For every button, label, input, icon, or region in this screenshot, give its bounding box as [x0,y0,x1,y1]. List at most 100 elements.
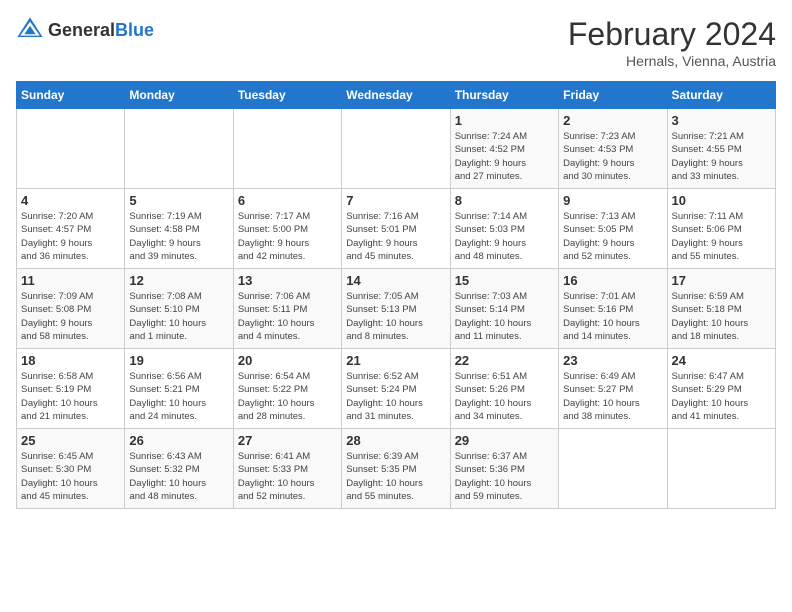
day-info: Sunrise: 7:24 AM Sunset: 4:52 PM Dayligh… [455,130,554,183]
day-number: 4 [21,193,120,208]
day-number: 17 [672,273,771,288]
weekday-header-tuesday: Tuesday [233,82,341,109]
day-info: Sunrise: 7:13 AM Sunset: 5:05 PM Dayligh… [563,210,662,263]
day-info: Sunrise: 7:09 AM Sunset: 5:08 PM Dayligh… [21,290,120,343]
calendar-cell: 24 Sunrise: 6:47 AM Sunset: 5:29 PM Dayli… [667,349,775,429]
calendar-cell: 29 Sunrise: 6:37 AM Sunset: 5:36 PM Dayli… [450,429,558,509]
day-number: 25 [21,433,120,448]
weekday-header-row: SundayMondayTuesdayWednesdayThursdayFrid… [17,82,776,109]
calendar-cell: 10Sunrise: 7:11 AM Sunset: 5:06 PM Dayli… [667,189,775,269]
logo: GeneralBlue [16,16,154,44]
calendar-cell [125,109,233,189]
day-info: Sunrise: 7:14 AM Sunset: 5:03 PM Dayligh… [455,210,554,263]
day-number: 14 [346,273,445,288]
day-info: Sunrise: 6:59 AM Sunset: 5:18 PM Dayligh… [672,290,771,343]
day-number: 5 [129,193,228,208]
calendar-cell: 3Sunrise: 7:21 AM Sunset: 4:55 PM Daylig… [667,109,775,189]
day-number: 29 [455,433,554,448]
day-info: Sunrise: 6:56 AM Sunset: 5:21 PM Dayligh… [129,370,228,423]
day-number: 12 [129,273,228,288]
day-number: 19 [129,353,228,368]
weekday-header-friday: Friday [559,82,667,109]
calendar-cell: 2 Sunrise: 7:23 AM Sunset: 4:53 PM Daylig… [559,109,667,189]
calendar-cell: 17 Sunrise: 6:59 AM Sunset: 5:18 PM Dayli… [667,269,775,349]
day-number: 20 [238,353,337,368]
day-number: 9 [563,193,662,208]
page-header: GeneralBlue February 2024 Hernals, Vienn… [16,16,776,69]
day-info: Sunrise: 6:43 AM Sunset: 5:32 PM Dayligh… [129,450,228,503]
calendar-cell: 27 Sunrise: 6:41 AM Sunset: 5:33 PM Dayli… [233,429,341,509]
calendar-cell: 22 Sunrise: 6:51 AM Sunset: 5:26 PM Dayli… [450,349,558,429]
day-number: 1 [455,113,554,128]
month-title: February 2024 [568,16,776,53]
calendar-cell [559,429,667,509]
day-info: Sunrise: 7:05 AM Sunset: 5:13 PM Dayligh… [346,290,445,343]
day-number: 16 [563,273,662,288]
calendar-cell: 28Sunrise: 6:39 AM Sunset: 5:35 PM Dayli… [342,429,450,509]
day-info: Sunrise: 7:03 AM Sunset: 5:14 PM Dayligh… [455,290,554,343]
day-number: 7 [346,193,445,208]
day-info: Sunrise: 7:23 AM Sunset: 4:53 PM Dayligh… [563,130,662,183]
day-number: 23 [563,353,662,368]
day-number: 24 [672,353,771,368]
calendar-cell: 1 Sunrise: 7:24 AM Sunset: 4:52 PM Daylig… [450,109,558,189]
day-info: Sunrise: 6:58 AM Sunset: 5:19 PM Dayligh… [21,370,120,423]
day-info: Sunrise: 7:01 AM Sunset: 5:16 PM Dayligh… [563,290,662,343]
calendar-cell: 21 Sunrise: 6:52 AM Sunset: 5:24 PM Dayli… [342,349,450,429]
calendar-cell: 6 Sunrise: 7:17 AM Sunset: 5:00 PM Daylig… [233,189,341,269]
logo-blue: Blue [115,20,154,40]
weekday-header-sunday: Sunday [17,82,125,109]
weekday-header-wednesday: Wednesday [342,82,450,109]
day-number: 22 [455,353,554,368]
day-number: 13 [238,273,337,288]
calendar-cell: 15 Sunrise: 7:03 AM Sunset: 5:14 PM Dayli… [450,269,558,349]
day-number: 18 [21,353,120,368]
day-number: 15 [455,273,554,288]
day-number: 26 [129,433,228,448]
day-number: 2 [563,113,662,128]
week-row-1: 1 Sunrise: 7:24 AM Sunset: 4:52 PM Daylig… [17,109,776,189]
weekday-header-thursday: Thursday [450,82,558,109]
day-info: Sunrise: 6:45 AM Sunset: 5:30 PM Dayligh… [21,450,120,503]
calendar-cell [233,109,341,189]
day-info: Sunrise: 6:54 AM Sunset: 5:22 PM Dayligh… [238,370,337,423]
calendar-cell: 13Sunrise: 7:06 AM Sunset: 5:11 PM Dayli… [233,269,341,349]
day-number: 21 [346,353,445,368]
calendar-table: SundayMondayTuesdayWednesdayThursdayFrid… [16,81,776,509]
title-block: February 2024 Hernals, Vienna, Austria [568,16,776,69]
day-info: Sunrise: 7:16 AM Sunset: 5:01 PM Dayligh… [346,210,445,263]
calendar-cell [667,429,775,509]
day-info: Sunrise: 6:51 AM Sunset: 5:26 PM Dayligh… [455,370,554,423]
day-info: Sunrise: 7:19 AM Sunset: 4:58 PM Dayligh… [129,210,228,263]
week-row-4: 18 Sunrise: 6:58 AM Sunset: 5:19 PM Dayli… [17,349,776,429]
day-number: 27 [238,433,337,448]
day-number: 6 [238,193,337,208]
day-number: 10 [672,193,771,208]
day-info: Sunrise: 7:17 AM Sunset: 5:00 PM Dayligh… [238,210,337,263]
day-info: Sunrise: 6:47 AM Sunset: 5:29 PM Dayligh… [672,370,771,423]
day-info: Sunrise: 6:52 AM Sunset: 5:24 PM Dayligh… [346,370,445,423]
calendar-cell: 14 Sunrise: 7:05 AM Sunset: 5:13 PM Dayli… [342,269,450,349]
day-info: Sunrise: 6:41 AM Sunset: 5:33 PM Dayligh… [238,450,337,503]
day-number: 11 [21,273,120,288]
calendar-cell: 23Sunrise: 6:49 AM Sunset: 5:27 PM Dayli… [559,349,667,429]
calendar-cell: 5 Sunrise: 7:19 AM Sunset: 4:58 PM Daylig… [125,189,233,269]
weekday-header-monday: Monday [125,82,233,109]
week-row-3: 11 Sunrise: 7:09 AM Sunset: 5:08 PM Dayli… [17,269,776,349]
calendar-cell [17,109,125,189]
logo-icon [16,16,44,44]
calendar-cell: 19 Sunrise: 6:56 AM Sunset: 5:21 PM Dayli… [125,349,233,429]
calendar-cell: 26 Sunrise: 6:43 AM Sunset: 5:32 PM Dayli… [125,429,233,509]
calendar-cell: 9 Sunrise: 7:13 AM Sunset: 5:05 PM Daylig… [559,189,667,269]
calendar-cell: 18 Sunrise: 6:58 AM Sunset: 5:19 PM Dayli… [17,349,125,429]
day-info: Sunrise: 7:08 AM Sunset: 5:10 PM Dayligh… [129,290,228,343]
week-row-5: 25 Sunrise: 6:45 AM Sunset: 5:30 PM Dayli… [17,429,776,509]
day-info: Sunrise: 7:21 AM Sunset: 4:55 PM Dayligh… [672,130,771,183]
week-row-2: 4Sunrise: 7:20 AM Sunset: 4:57 PM Daylig… [17,189,776,269]
day-number: 28 [346,433,445,448]
day-info: Sunrise: 6:37 AM Sunset: 5:36 PM Dayligh… [455,450,554,503]
calendar-cell: 16 Sunrise: 7:01 AM Sunset: 5:16 PM Dayli… [559,269,667,349]
day-number: 8 [455,193,554,208]
calendar-cell: 11 Sunrise: 7:09 AM Sunset: 5:08 PM Dayli… [17,269,125,349]
calendar-cell: 25 Sunrise: 6:45 AM Sunset: 5:30 PM Dayli… [17,429,125,509]
